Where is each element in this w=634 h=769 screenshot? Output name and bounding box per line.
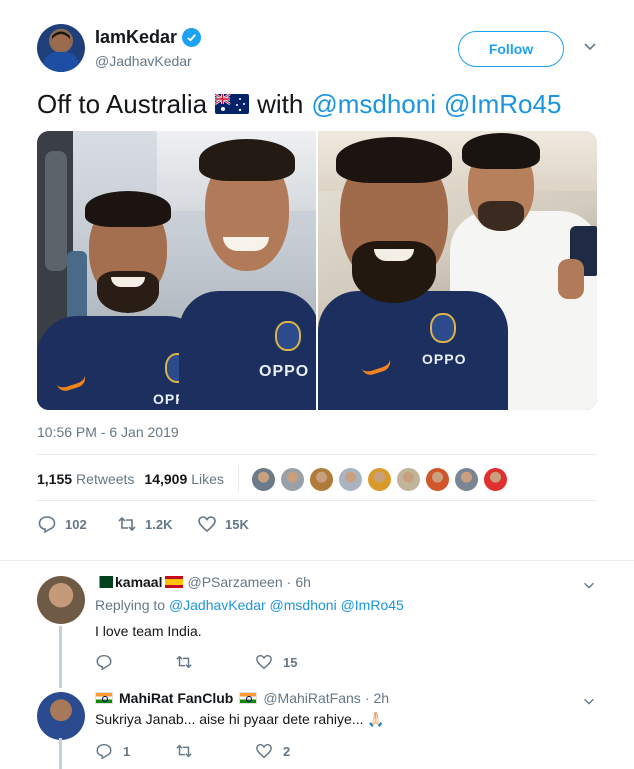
reply-actions: 15 — [95, 653, 335, 671]
liker-avatar[interactable] — [366, 466, 392, 492]
thread-line — [59, 626, 62, 688]
chevron-down-icon[interactable] — [582, 694, 596, 708]
tweet-text-with: with — [257, 89, 304, 119]
reply-author-name[interactable]: kamaal — [95, 574, 184, 590]
reply-display-name[interactable]: MahiRat FanClub — [119, 690, 233, 706]
india-flag-icon — [239, 692, 258, 704]
retweet-button[interactable] — [175, 653, 255, 671]
tweet-photo-right[interactable]: OPPO — [318, 131, 597, 410]
reply-icon — [96, 654, 112, 671]
retweets-count[interactable]: 1,155 — [37, 471, 72, 487]
liker-avatars — [250, 466, 508, 492]
reply-button[interactable]: 102 — [37, 514, 117, 534]
replying-label: Replying to — [95, 597, 166, 613]
liker-avatar[interactable] — [279, 466, 305, 492]
tweet-timestamp[interactable]: 10:56 PM - 6 Jan 2019 — [37, 424, 179, 440]
tweet-photo-left[interactable]: OPPO OPPO — [37, 131, 316, 410]
tweet-header: IamKedar @JadhavKedar Follow — [37, 24, 607, 74]
reply-button[interactable]: 1 — [95, 742, 175, 760]
reply-avatar[interactable] — [37, 692, 85, 740]
reply-time[interactable]: 6h — [295, 574, 311, 590]
tweet-text: Off to Australia with @msdhoni @ImRo45 — [37, 86, 561, 122]
retweet-icon — [176, 744, 192, 758]
reply-text: Sukriya Janab... aise hi pyaar dete rahi… — [95, 711, 385, 728]
liker-avatar[interactable] — [308, 466, 334, 492]
divider — [37, 500, 597, 501]
tweet-stats: 1,155 Retweets 14,909 Likes — [37, 466, 508, 492]
tweet-media: OPPO OPPO OPPO — [37, 131, 597, 410]
liker-avatar[interactable] — [250, 466, 276, 492]
liker-avatar[interactable] — [337, 466, 363, 492]
like-count: 15K — [225, 516, 249, 532]
tweet-actions: 102 1.2K 15K — [37, 514, 277, 534]
heart-icon — [198, 516, 216, 533]
reply-count: 102 — [65, 516, 87, 532]
australia-flag-icon — [215, 93, 250, 114]
retweet-icon — [176, 655, 192, 669]
reply-author-name[interactable]: MahiRat FanClub — [95, 690, 258, 706]
retweet-count: 1.2K — [145, 516, 173, 532]
reply-text: I love team India. — [95, 623, 202, 639]
mention-link-imro45[interactable]: @ImRo45 — [444, 86, 561, 122]
reply-handle[interactable]: @MahiRatFans — [263, 690, 360, 706]
author-handle[interactable]: @JadhavKedar — [95, 53, 192, 69]
retweets-label[interactable]: Retweets — [76, 471, 134, 487]
like-button[interactable]: 2 — [255, 742, 335, 760]
divider — [0, 560, 634, 561]
likes-count[interactable]: 14,909 — [144, 471, 187, 487]
chevron-down-icon[interactable] — [582, 38, 598, 54]
liker-avatar[interactable] — [424, 466, 450, 492]
follow-button[interactable]: Follow — [458, 31, 564, 67]
pakistan-flag-icon — [95, 576, 113, 588]
reply-display-name[interactable]: kamaal — [115, 574, 162, 590]
thread-line — [59, 738, 62, 769]
reply-icon — [38, 516, 56, 534]
like-count: 2 — [283, 743, 291, 759]
author-display-name[interactable]: IamKedar — [95, 27, 177, 48]
reply-count: 1 — [123, 743, 131, 759]
reply-handle[interactable]: @PSarzameen — [187, 574, 282, 590]
like-button[interactable]: 15K — [197, 514, 277, 534]
like-count: 15 — [283, 654, 298, 670]
reply-avatar[interactable] — [37, 576, 85, 624]
replying-mention[interactable]: @ImRo45 — [341, 597, 404, 613]
reply-button[interactable] — [95, 653, 175, 671]
reply-time[interactable]: 2h — [373, 690, 389, 706]
divider — [37, 454, 597, 455]
jersey-logo-dhoni: OPPO — [259, 363, 310, 380]
tweet-text-prefix: Off to Australia — [37, 89, 208, 119]
replying-mention[interactable]: @msdhoni — [270, 597, 337, 613]
retweet-button[interactable] — [175, 742, 255, 760]
chevron-down-icon[interactable] — [582, 578, 596, 592]
praying-hands-icon: 🙏🏻 — [367, 711, 385, 727]
heart-icon — [256, 654, 272, 670]
reply-actions: 1 2 — [95, 742, 335, 760]
likes-label[interactable]: Likes — [191, 471, 224, 487]
liker-avatar[interactable] — [453, 466, 479, 492]
author-avatar[interactable] — [37, 24, 85, 72]
reply-text-body: Sukriya Janab... aise hi pyaar dete rahi… — [95, 711, 364, 727]
retweet-button[interactable]: 1.2K — [117, 514, 197, 534]
verified-badge-icon — [182, 28, 202, 47]
replying-to: Replying to @JadhavKedar @msdhoni @ImRo4… — [95, 597, 404, 613]
spain-flag-icon — [165, 576, 184, 588]
liker-avatar[interactable] — [395, 466, 421, 492]
heart-icon — [256, 743, 272, 759]
author-name-row[interactable]: IamKedar — [95, 27, 202, 48]
liker-avatar[interactable] — [482, 466, 508, 492]
india-flag-icon — [95, 692, 113, 704]
like-button[interactable]: 15 — [255, 653, 335, 671]
jersey-logo-right: OPPO — [422, 351, 467, 367]
replying-mention[interactable]: @JadhavKedar — [169, 597, 266, 613]
retweet-icon — [118, 516, 136, 532]
reply-icon — [96, 743, 112, 760]
mention-link-msdhoni[interactable]: @msdhoni — [311, 86, 436, 122]
